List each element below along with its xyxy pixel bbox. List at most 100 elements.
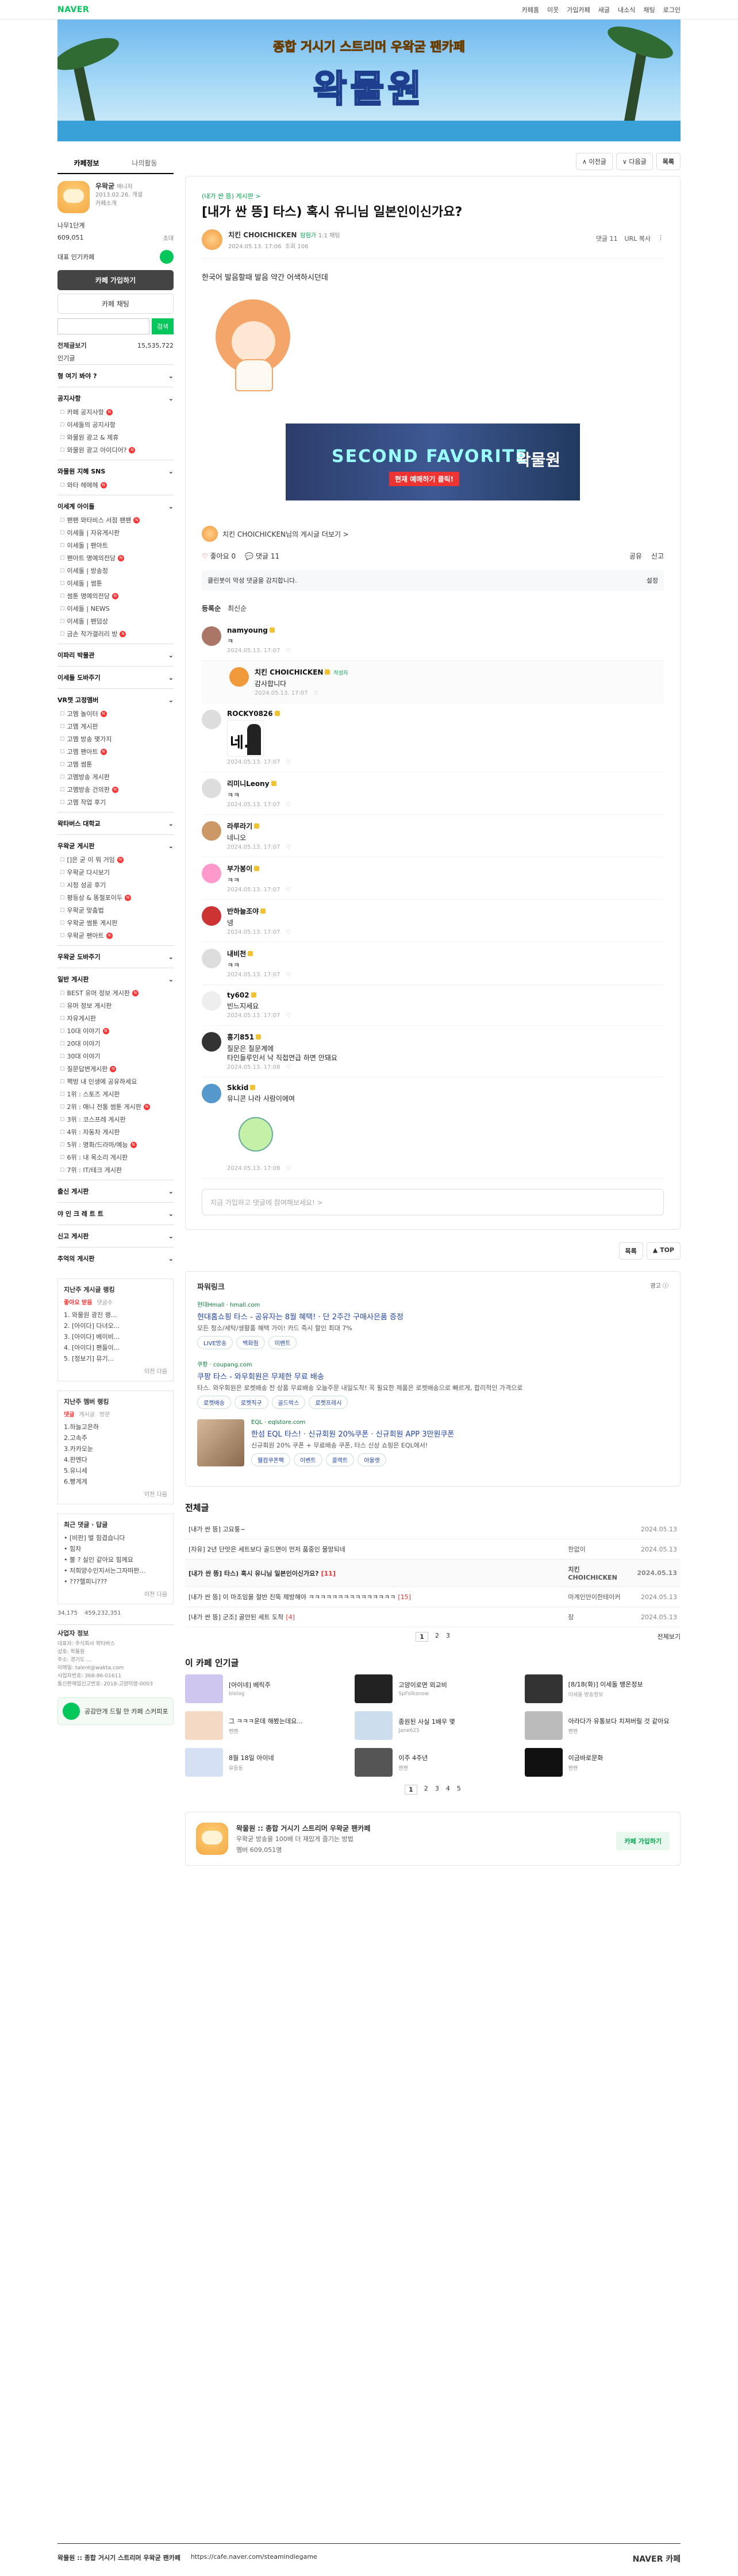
commenter-name[interactable]: 반하늘조야 bbox=[227, 906, 291, 916]
top-button[interactable]: ▲ TOP bbox=[646, 1242, 681, 1260]
commenter-avatar[interactable] bbox=[202, 906, 221, 926]
ad-chip[interactable]: 이벤트 bbox=[294, 1453, 322, 1466]
gnb-new-posts[interactable]: 새글 bbox=[598, 5, 610, 14]
report-button[interactable]: 신고 bbox=[651, 551, 664, 561]
ad-chip[interactable]: LIVE방송 bbox=[197, 1336, 233, 1349]
menu-item[interactable]: ▢ 와물원 광고 & 제휴 bbox=[57, 431, 174, 444]
commenter-name[interactable]: 리미니Leony bbox=[227, 779, 291, 788]
menu-item[interactable]: ▢ 이세돌 | 팬아트 bbox=[57, 539, 174, 552]
member-rank-pager[interactable]: 이전 다음 bbox=[64, 1489, 167, 1498]
rank-item[interactable]: 3. [아이다] 베이비... bbox=[64, 1331, 167, 1342]
rank-item[interactable]: 4. [아이다] 팬들이... bbox=[64, 1342, 167, 1353]
ad-title[interactable]: 현대홈쇼핑 타스 - 공유자는 8월 혜택! · 단 2주간 구매사은품 증정 bbox=[197, 1311, 668, 1322]
post-title[interactable]: [내가 싼 뜽] 이 마조임을 절반 진뚝 제방해야 ㅋㅋㅋㅋㅋㅋㅋㅋㅋㅋㅋㅋㅋ… bbox=[185, 1587, 565, 1607]
menu-item[interactable]: ▢ 20대 이야기 bbox=[57, 1037, 174, 1050]
commenter-avatar[interactable] bbox=[202, 1032, 221, 1052]
popular-item[interactable]: [8/18(화)] 이세돌 뱅온정보 이세돌 방송정보 bbox=[524, 1674, 681, 1703]
gnb-login[interactable]: 로그인 bbox=[663, 5, 681, 14]
tab-my-activity[interactable]: 나의활동 bbox=[116, 153, 174, 173]
cafe-card-join-button[interactable]: 카페 가입하기 bbox=[616, 1832, 670, 1850]
author-avatar[interactable] bbox=[202, 229, 222, 250]
manager-name[interactable]: 우왁굳 bbox=[95, 182, 114, 190]
all-posts-link[interactable]: 전체글보기 15,535,722 bbox=[57, 339, 174, 352]
ad-source[interactable]: 쿠팡 · coupang.com bbox=[197, 1360, 668, 1368]
menu-item[interactable]: ▢ 고멤 방송 몇가지 bbox=[57, 733, 174, 745]
member-rank-item[interactable]: 1.하늘고은하 bbox=[64, 1422, 167, 1433]
list-button[interactable]: 목록 bbox=[656, 153, 681, 170]
cafe-search-button[interactable]: 검색 bbox=[152, 318, 174, 334]
commenter-avatar[interactable] bbox=[202, 779, 221, 798]
menu-item[interactable]: ▢ 고멤 썸툰 bbox=[57, 758, 174, 771]
heart-icon[interactable]: ♡ bbox=[286, 1064, 291, 1071]
share-button[interactable]: 공유 bbox=[629, 551, 642, 561]
chevron-down-icon[interactable]: ⌄ bbox=[168, 842, 174, 850]
ad-thumbnail[interactable] bbox=[197, 1419, 244, 1466]
commenter-name[interactable]: ROCKY0826 bbox=[227, 710, 291, 718]
menu-item[interactable]: ▢ 이세돌 | 자유게시판 bbox=[57, 526, 174, 539]
rank-tab-comments[interactable]: 댓글수 bbox=[97, 1297, 113, 1306]
ad-chip[interactable]: 골드박스 bbox=[271, 1396, 306, 1409]
commenter-name[interactable]: 라루라기 bbox=[227, 821, 291, 831]
cafe-chat-button[interactable]: 카페 채팅 bbox=[57, 294, 174, 314]
green-campaign-banner[interactable]: 공감만개 드릴 만 카페 스커피포 bbox=[57, 1697, 174, 1725]
menu-item[interactable]: ▢ 팩방 내 인생에 공유하세요 bbox=[57, 1075, 174, 1088]
menu-item[interactable]: ▢ 3위 : 코스프레 게시판 bbox=[57, 1113, 174, 1126]
heart-icon[interactable]: ♡ bbox=[286, 1012, 291, 1019]
menu-item[interactable]: ▢ 10대 이야기 N bbox=[57, 1025, 174, 1037]
menu-item[interactable]: ▢ 6위 : 내 목소리 게시판 bbox=[57, 1151, 174, 1164]
footer-naver-cafe[interactable]: NAVER 카페 bbox=[633, 2553, 681, 2565]
post-title[interactable]: [내가 싼 뜽] 타스) 혹시 유니님 일본인이신가요? [11] bbox=[185, 1559, 565, 1587]
next-post-button[interactable]: ∨ 다음글 bbox=[616, 153, 653, 170]
cafe-search-input[interactable] bbox=[57, 318, 149, 334]
popular-item[interactable]: [아이네] 베릭주 blelog bbox=[185, 1674, 341, 1703]
ad-info[interactable]: 광고 ⓘ bbox=[650, 1281, 668, 1292]
commenter-avatar[interactable] bbox=[202, 1084, 221, 1103]
commenter-name[interactable]: ty602 bbox=[227, 991, 291, 999]
gnb-neighbor[interactable]: 이웃 bbox=[547, 5, 559, 14]
page-1[interactable]: 1 bbox=[416, 1632, 428, 1642]
post-author[interactable]: 치킨 CHOICHICKEN bbox=[564, 1559, 634, 1587]
popular-item[interactable]: 이주 4주년 팬팬 bbox=[355, 1748, 510, 1777]
chevron-down-icon[interactable]: ⌄ bbox=[168, 503, 174, 510]
cafe-card-name[interactable]: 왁물원 :: 종합 거시기 스트리머 우왁굳 팬카페 bbox=[236, 1823, 370, 1833]
member-rank-item[interactable]: 4.판멘다 bbox=[64, 1454, 167, 1465]
url-copy-button[interactable]: URL 복사 bbox=[624, 234, 651, 243]
page-4[interactable]: 4 bbox=[446, 1785, 450, 1795]
footer-cafe-name[interactable]: 왁물원 :: 종합 거시기 스트리머 우왁굳 팬카페 bbox=[57, 2553, 180, 2565]
article-category[interactable]: (내가 싼 뜽) 게시판 > bbox=[202, 191, 664, 201]
menu-item[interactable]: ▢ 7위 : IT/테크 게시판 bbox=[57, 1164, 174, 1176]
ad-chip[interactable]: 로켓배송 bbox=[197, 1396, 231, 1409]
menu-item[interactable]: ▢ 고멤 작업 후기 bbox=[57, 796, 174, 808]
popular-item[interactable]: 종원된 사실 1배우 몇 Jane625 bbox=[355, 1711, 510, 1740]
menu-item[interactable]: ▢ 1위 : 스토즈 게시판 bbox=[57, 1088, 174, 1100]
menu-item[interactable]: ▢ 고멤 팬아트 N bbox=[57, 745, 174, 758]
gnb-cafe-home[interactable]: 카페홈 bbox=[522, 5, 539, 14]
chevron-down-icon[interactable]: ⌄ bbox=[168, 652, 174, 659]
page-5[interactable]: 5 bbox=[457, 1785, 461, 1795]
menu-item[interactable]: ▢ []은 굳 이 뭐 거임 N bbox=[57, 853, 174, 866]
chevron-down-icon[interactable]: ⌄ bbox=[168, 953, 174, 961]
menu-item[interactable]: ▢ 카페 공지사항 N bbox=[57, 406, 174, 418]
popular-item[interactable]: 아라다가 유통보다 치져버릴 것 같아요 팬팬 bbox=[524, 1711, 681, 1740]
commenter-avatar[interactable] bbox=[202, 821, 221, 841]
post-author[interactable]: 잠 bbox=[564, 1607, 634, 1627]
rank-item[interactable]: 1. 와물원 광진 랭... bbox=[64, 1310, 167, 1320]
menu-item[interactable]: ▢ 30대 이야기 bbox=[57, 1050, 174, 1062]
gnb-chat[interactable]: 채팅 bbox=[643, 5, 655, 14]
post-row[interactable]: [내가 싼 뜽] 타스) 혹시 유니님 일본인이신가요? [11] 치킨 CHOIC… bbox=[185, 1559, 681, 1587]
join-cafe-button[interactable]: 카페 가입하기 bbox=[57, 270, 174, 290]
gnb-joined-cafe[interactable]: 가입카페 bbox=[567, 5, 590, 14]
menu-item[interactable]: ▢ 유머 정보 게시판 bbox=[57, 999, 174, 1012]
member-rank-item[interactable]: 3.카카오눈 bbox=[64, 1443, 167, 1454]
page-2[interactable]: 2 bbox=[435, 1632, 439, 1642]
menu-item[interactable]: ▢ 금손 작가갤러리 방N bbox=[57, 627, 174, 640]
chevron-down-icon[interactable]: ⌄ bbox=[168, 395, 174, 402]
menu-item[interactable]: ▢ 2위 : 애니 전통 썸툰 게시판 N bbox=[57, 1100, 174, 1113]
naver-logo[interactable]: NAVER bbox=[57, 5, 89, 14]
commenter-avatar[interactable] bbox=[229, 667, 249, 687]
menu-heading[interactable]: VR챗 고정멤버 ⌄ bbox=[57, 692, 174, 707]
like-button[interactable]: ♡ 좋아요 0 bbox=[202, 551, 236, 561]
heart-icon[interactable]: ♡ bbox=[286, 929, 291, 935]
view-all-link[interactable]: 전체보기 bbox=[658, 1632, 681, 1641]
heart-icon[interactable]: ♡ bbox=[286, 759, 291, 765]
